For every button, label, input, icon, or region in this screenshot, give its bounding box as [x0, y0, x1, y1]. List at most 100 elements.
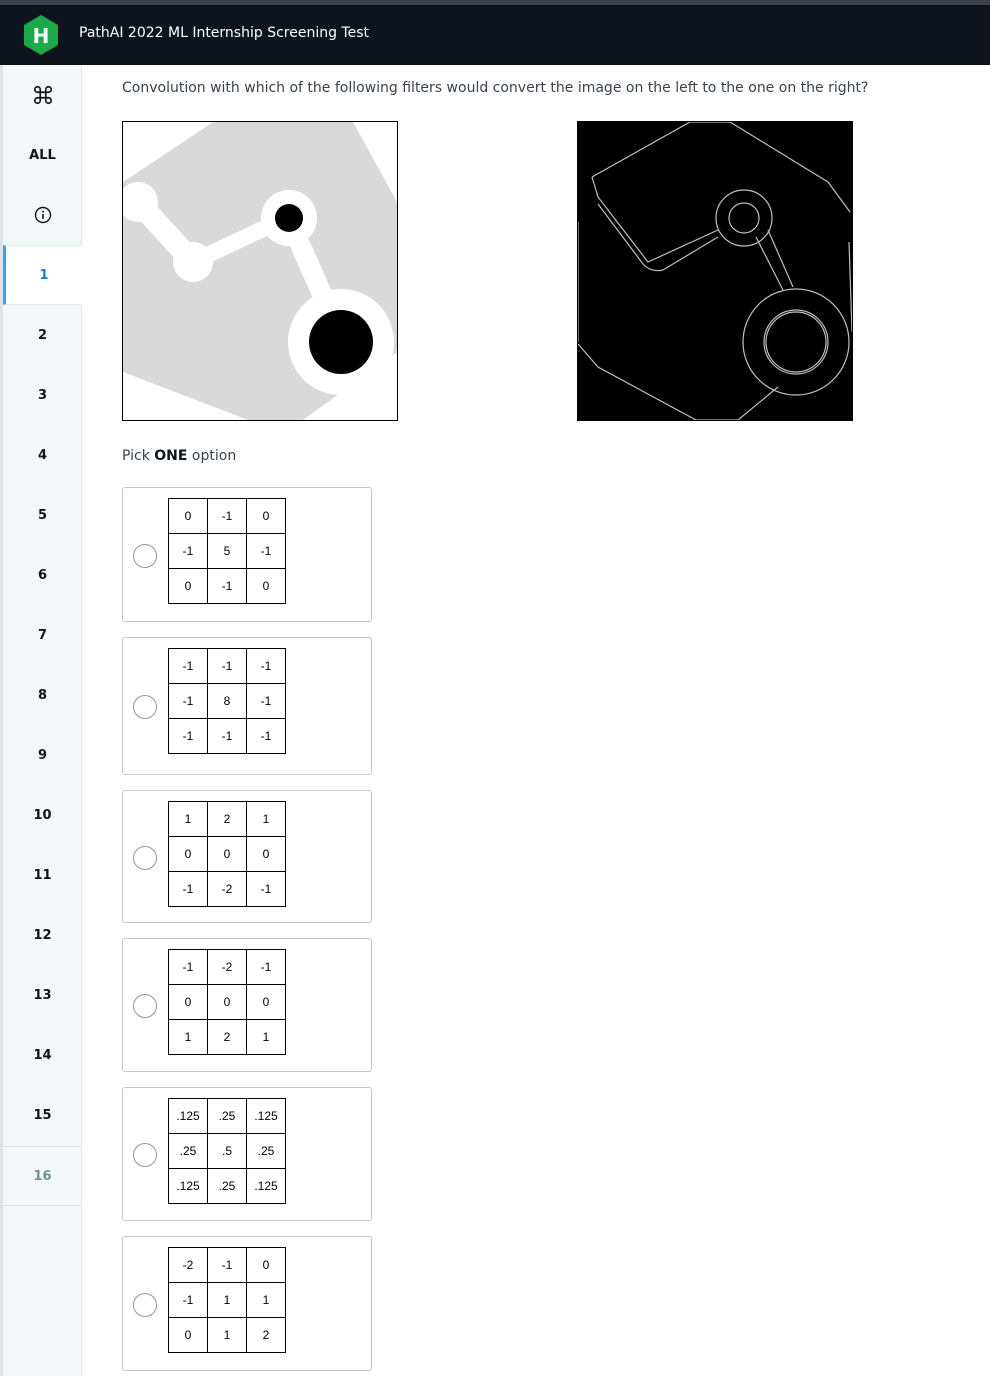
filter-matrix: 0 -1 0 -1 5 -1 0 -1 0 — [168, 498, 286, 604]
matrix-cell: 1 — [246, 801, 286, 837]
matrix-cell: 0 — [246, 984, 286, 1020]
filter-matrix: -1 -1 -1 -1 8 -1 -1 -1 -1 — [168, 648, 286, 754]
pick-instruction: Pick ONE option — [122, 448, 236, 464]
matrix-cell: 2 — [207, 801, 247, 837]
matrix-cell: 0 — [168, 1317, 208, 1353]
matrix-cell: -1 — [207, 568, 247, 604]
pick-bold: ONE — [154, 448, 188, 464]
matrix-row: 000 — [168, 984, 286, 1020]
matrix-cell: 0 — [246, 1247, 286, 1283]
matrix-cell: -1 — [168, 683, 208, 719]
filter-matrix: -1 -2 -1 0 0 0 1 2 1 — [168, 949, 286, 1055]
matrix-row: -1 -2 -1 — [168, 871, 286, 907]
sidebar-item-all[interactable]: ALL — [3, 125, 82, 185]
option-1[interactable]: 0 -1 0 -1 5 -1 0 -1 0 — [122, 487, 372, 622]
matrix-cell: 0 — [168, 836, 208, 872]
option-radio[interactable] — [133, 543, 157, 568]
option-radio[interactable] — [133, 994, 157, 1018]
option-5[interactable]: .125.25.125.25.5.25.125.25.125 — [122, 1087, 372, 1221]
source-image — [122, 121, 398, 421]
pick-prefix: Pick — [122, 448, 155, 464]
matrix-cell: 0 — [246, 836, 286, 872]
matrix-cell: .125 — [168, 1098, 208, 1134]
matrix-cell: .125 — [168, 1168, 208, 1204]
matrix-cell: 1 — [246, 1019, 286, 1055]
option-radio[interactable] — [133, 1292, 157, 1317]
matrix-cell: 0 — [246, 498, 286, 534]
option-2[interactable]: -1 -1 -1 -1 8 -1 -1 -1 -1 — [122, 637, 372, 775]
sidebar-item-14[interactable]: 14 — [3, 1025, 82, 1085]
matrix-cell: 1 — [246, 1282, 286, 1318]
matrix-cell: .125 — [246, 1098, 286, 1134]
option-radio[interactable] — [133, 1143, 157, 1167]
matrix-row: 000 — [168, 836, 286, 872]
sidebar-item-9[interactable]: 9 — [3, 725, 82, 785]
sidebar-item-8[interactable]: 8 — [3, 665, 82, 725]
sidebar-item-7[interactable]: 7 — [3, 605, 82, 665]
sidebar-item-13[interactable]: 13 — [3, 965, 82, 1025]
matrix-cell: 0 — [168, 498, 208, 534]
matrix-cell: -1 — [168, 533, 208, 569]
matrix-cell: 2 — [207, 1019, 247, 1055]
option-radio[interactable] — [133, 695, 157, 719]
question-text: Convolution with which of the following … — [122, 80, 869, 96]
matrix-cell: -1 — [168, 949, 208, 985]
sidebar-item-6[interactable]: 6 — [3, 545, 82, 605]
matrix-row: -1 5 -1 — [168, 533, 286, 569]
matrix-row: 121 — [168, 801, 286, 837]
sidebar-item-16[interactable]: 16 — [3, 1146, 82, 1206]
matrix-cell: 1 — [207, 1282, 247, 1318]
sidebar-item-15[interactable]: 15 — [3, 1085, 82, 1145]
matrix-cell: 1 — [168, 1019, 208, 1055]
matrix-cell: -2 — [207, 949, 247, 985]
matrix-cell: 8 — [207, 683, 247, 719]
matrix-cell: -1 — [168, 718, 208, 754]
filter-matrix: 1 2 1 0 0 0 -1 -2 -1 — [168, 801, 286, 907]
matrix-row: 012 — [168, 1317, 286, 1353]
sidebar-item-2[interactable]: 2 — [3, 305, 82, 365]
matrix-cell: -1 — [246, 871, 286, 907]
info-icon[interactable] — [3, 185, 82, 245]
matrix-row: 0 -1 0 — [168, 568, 286, 604]
sidebar-item-3[interactable]: 3 — [3, 365, 82, 425]
matrix-row: .25.5.25 — [168, 1133, 286, 1169]
matrix-row: -1 1 1 — [168, 1282, 286, 1318]
matrix-cell: 0 — [207, 836, 247, 872]
matrix-cell: .25 — [168, 1133, 208, 1169]
matrix-cell: .125 — [246, 1168, 286, 1204]
option-3[interactable]: 1 2 1 0 0 0 -1 -2 -1 — [122, 790, 372, 923]
option-radio[interactable] — [133, 845, 157, 870]
sidebar-item-12[interactable]: 12 — [3, 905, 82, 965]
command-icon[interactable] — [3, 65, 82, 125]
option-4[interactable]: -1 -2 -1 0 0 0 1 2 1 — [122, 938, 372, 1072]
matrix-row: -1 -1 -1 — [168, 718, 286, 754]
matrix-cell: -1 — [246, 949, 286, 985]
sidebar-item-4[interactable]: 4 — [3, 425, 82, 485]
matrix-row: .125.25.125 — [168, 1168, 286, 1204]
logo-letter: H — [33, 24, 50, 48]
matrix-row: .125.25.125 — [168, 1098, 286, 1134]
matrix-cell: .5 — [207, 1133, 247, 1169]
matrix-cell: 1 — [168, 801, 208, 837]
matrix-cell: 0 — [246, 568, 286, 604]
sidebar-item-10[interactable]: 10 — [3, 785, 82, 845]
pick-suffix: option — [187, 448, 237, 464]
header-bar: H PathAI 2022 ML Internship Screening Te… — [0, 5, 990, 65]
filter-matrix: -2 -1 0 -1 1 1 0 1 2 — [168, 1247, 286, 1353]
matrix-cell: 0 — [207, 984, 247, 1020]
matrix-cell: -1 — [207, 498, 247, 534]
option-6[interactable]: -2 -1 0 -1 1 1 0 1 2 — [122, 1236, 372, 1371]
matrix-cell: -1 — [168, 871, 208, 907]
matrix-cell: .25 — [246, 1133, 286, 1169]
matrix-cell: -1 — [168, 1282, 208, 1318]
matrix-cell: -1 — [246, 718, 286, 754]
sidebar-item-1[interactable]: 1 — [3, 245, 82, 305]
output-image — [577, 121, 853, 421]
question-sidebar: ALL 1 2 3 4 5 6 7 8 9 10 11 12 13 14 15 … — [3, 65, 82, 1376]
matrix-cell: -1 — [168, 648, 208, 684]
sidebar-item-11[interactable]: 11 — [3, 845, 82, 905]
hackerrank-logo: H — [22, 14, 60, 56]
matrix-cell: -1 — [246, 683, 286, 719]
sidebar-item-5[interactable]: 5 — [3, 485, 82, 545]
matrix-cell: 0 — [168, 568, 208, 604]
